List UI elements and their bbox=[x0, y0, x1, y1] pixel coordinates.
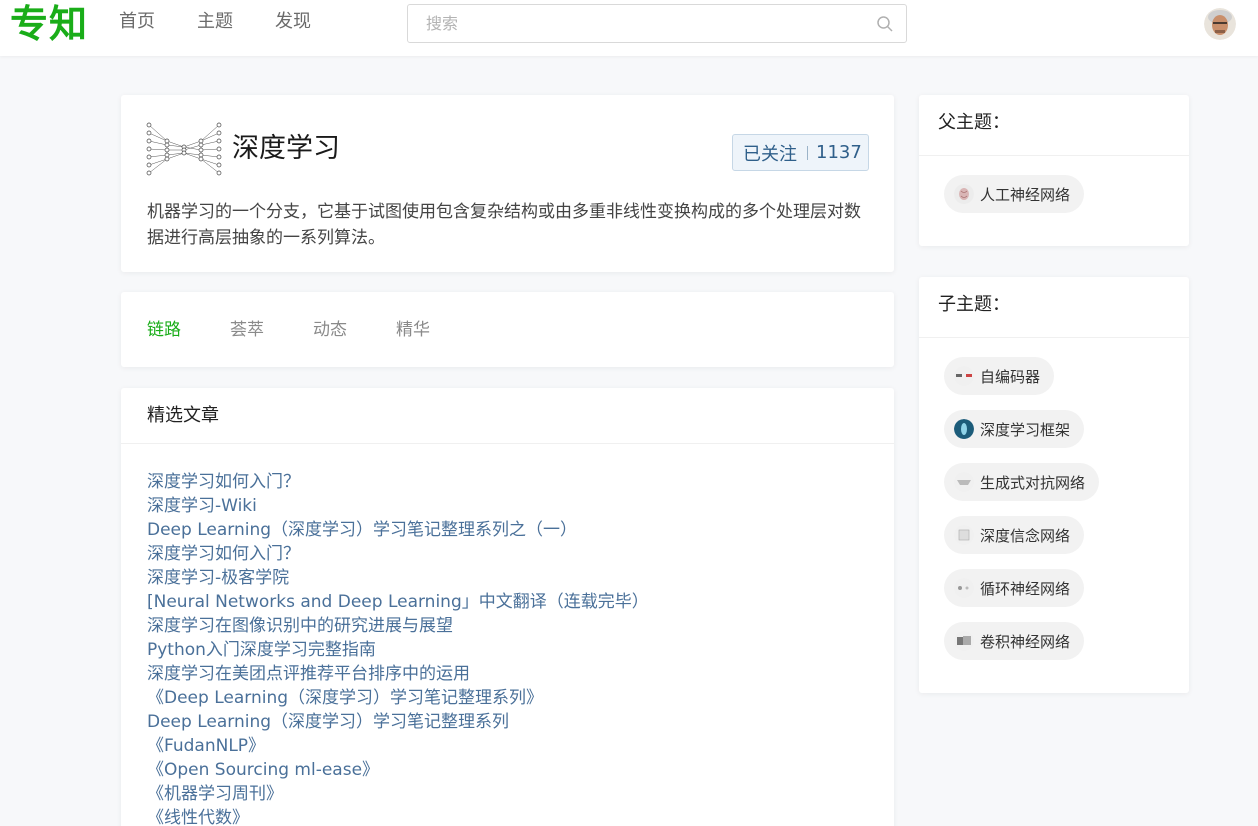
search-icon[interactable] bbox=[876, 15, 894, 33]
search-box bbox=[407, 4, 907, 43]
article-link[interactable]: 《FudanNLP》 bbox=[147, 734, 649, 758]
child-topics-title: 子主题： bbox=[938, 294, 1010, 315]
topic-chip-gan[interactable]: 生成式对抗网络 bbox=[944, 463, 1100, 501]
article-link[interactable]: Deep Learning（深度学习）学习笔记整理系列 bbox=[147, 710, 649, 734]
topic-card: 深度学习 已关注 1137 机器学习的一个分支，它基于试图使用包含复杂结构或由多… bbox=[121, 95, 894, 272]
follower-count: 1137 bbox=[816, 142, 862, 163]
article-list: 深度学习如何入门？ 深度学习-Wiki Deep Learning（深度学习）学… bbox=[147, 470, 649, 826]
topic-chip-dbn[interactable]: 深度信念网络 bbox=[944, 516, 1085, 554]
rnn-icon bbox=[954, 578, 974, 598]
cnn-icon bbox=[954, 631, 974, 651]
topic-chip-rnn[interactable]: 循环神经网络 bbox=[944, 569, 1085, 607]
chip-label: 人工神经网络 bbox=[980, 185, 1071, 204]
article-link[interactable]: 深度学习在美团点评推荐平台排序中的运用 bbox=[147, 662, 649, 686]
brain-icon bbox=[954, 184, 974, 204]
articles-title: 精选文章 bbox=[147, 405, 219, 426]
topic-chip-cnn[interactable]: 卷积神经网络 bbox=[944, 622, 1085, 660]
nav-home[interactable]: 首页 bbox=[119, 10, 155, 34]
tabs-card: 链路 荟萃 动态 精华 bbox=[121, 292, 894, 367]
topic-title: 深度学习 bbox=[232, 133, 340, 164]
article-link[interactable]: 《Deep Learning（深度学习）学习笔记整理系列》 bbox=[147, 686, 649, 710]
tab-activity[interactable]: 动态 bbox=[313, 318, 347, 342]
parent-topics-card: 父主题： 人工神经网络 bbox=[919, 95, 1189, 246]
article-link[interactable]: [Neural Networks and Deep Learning」中文翻译（… bbox=[147, 590, 649, 614]
topic-chip-ann[interactable]: 人工神经网络 bbox=[944, 175, 1085, 213]
user-avatar[interactable] bbox=[1204, 8, 1236, 40]
autoencoder-icon bbox=[954, 366, 974, 386]
chip-label: 卷积神经网络 bbox=[980, 632, 1071, 651]
gan-icon bbox=[954, 472, 974, 492]
nav-discover[interactable]: 发现 bbox=[275, 10, 311, 34]
follow-divider bbox=[807, 145, 808, 160]
chip-label: 循环神经网络 bbox=[980, 579, 1071, 598]
framework-icon bbox=[954, 419, 974, 439]
child-topics-card: 子主题： 自编码器 深度学习框架 生成式对抗网络 深度信念网络 循环神经网络 卷… bbox=[919, 277, 1189, 693]
top-bar: 专知 首页 主题 发现 bbox=[0, 0, 1258, 56]
site-logo[interactable]: 专知 bbox=[10, 2, 88, 46]
chip-label: 自编码器 bbox=[980, 367, 1041, 386]
article-link[interactable]: 深度学习如何入门？ bbox=[147, 542, 649, 566]
follow-label: 已关注 bbox=[743, 143, 797, 165]
parent-topics-title: 父主题： bbox=[938, 112, 1010, 133]
topic-description: 机器学习的一个分支，它基于试图使用包含复杂结构或由多重非线性变换构成的多个处理层… bbox=[147, 202, 861, 248]
neural-network-icon bbox=[146, 122, 222, 176]
parent-topics-header: 父主题： bbox=[919, 95, 1189, 156]
articles-header: 精选文章 bbox=[121, 388, 894, 444]
tab-collection[interactable]: 荟萃 bbox=[230, 318, 264, 342]
chip-label: 深度学习框架 bbox=[980, 420, 1071, 439]
search-input[interactable] bbox=[408, 5, 868, 42]
follow-button[interactable]: 已关注 1137 bbox=[732, 134, 869, 171]
tab-essence[interactable]: 精华 bbox=[396, 318, 430, 342]
articles-card: 精选文章 深度学习如何入门？ 深度学习-Wiki Deep Learning（深… bbox=[121, 388, 894, 826]
dbn-icon bbox=[954, 525, 974, 545]
main-nav: 首页 主题 发现 bbox=[119, 10, 353, 34]
article-link[interactable]: 深度学习在图像识别中的研究进展与展望 bbox=[147, 614, 649, 638]
article-link[interactable]: 深度学习-Wiki bbox=[147, 494, 649, 518]
topic-chip-autoencoder[interactable]: 自编码器 bbox=[944, 357, 1055, 395]
chip-label: 生成式对抗网络 bbox=[980, 473, 1086, 492]
article-link[interactable]: 深度学习如何入门？ bbox=[147, 470, 649, 494]
topic-tabs: 链路 荟萃 动态 精华 bbox=[147, 318, 479, 342]
nav-topics[interactable]: 主题 bbox=[197, 10, 233, 34]
topic-chip-dl-framework[interactable]: 深度学习框架 bbox=[944, 410, 1085, 448]
article-link[interactable]: 《机器学习周刊》 bbox=[147, 782, 649, 806]
article-link[interactable]: Python入门深度学习完整指南 bbox=[147, 638, 649, 662]
tab-path[interactable]: 链路 bbox=[147, 318, 181, 342]
article-link[interactable]: Deep Learning（深度学习）学习笔记整理系列之（一） bbox=[147, 518, 649, 542]
chip-label: 深度信念网络 bbox=[980, 526, 1071, 545]
article-link[interactable]: 《线性代数》 bbox=[147, 806, 649, 826]
article-link[interactable]: 深度学习-极客学院 bbox=[147, 566, 649, 590]
article-link[interactable]: 《Open Sourcing ml-ease》 bbox=[147, 758, 649, 782]
child-topics-header: 子主题： bbox=[919, 277, 1189, 338]
